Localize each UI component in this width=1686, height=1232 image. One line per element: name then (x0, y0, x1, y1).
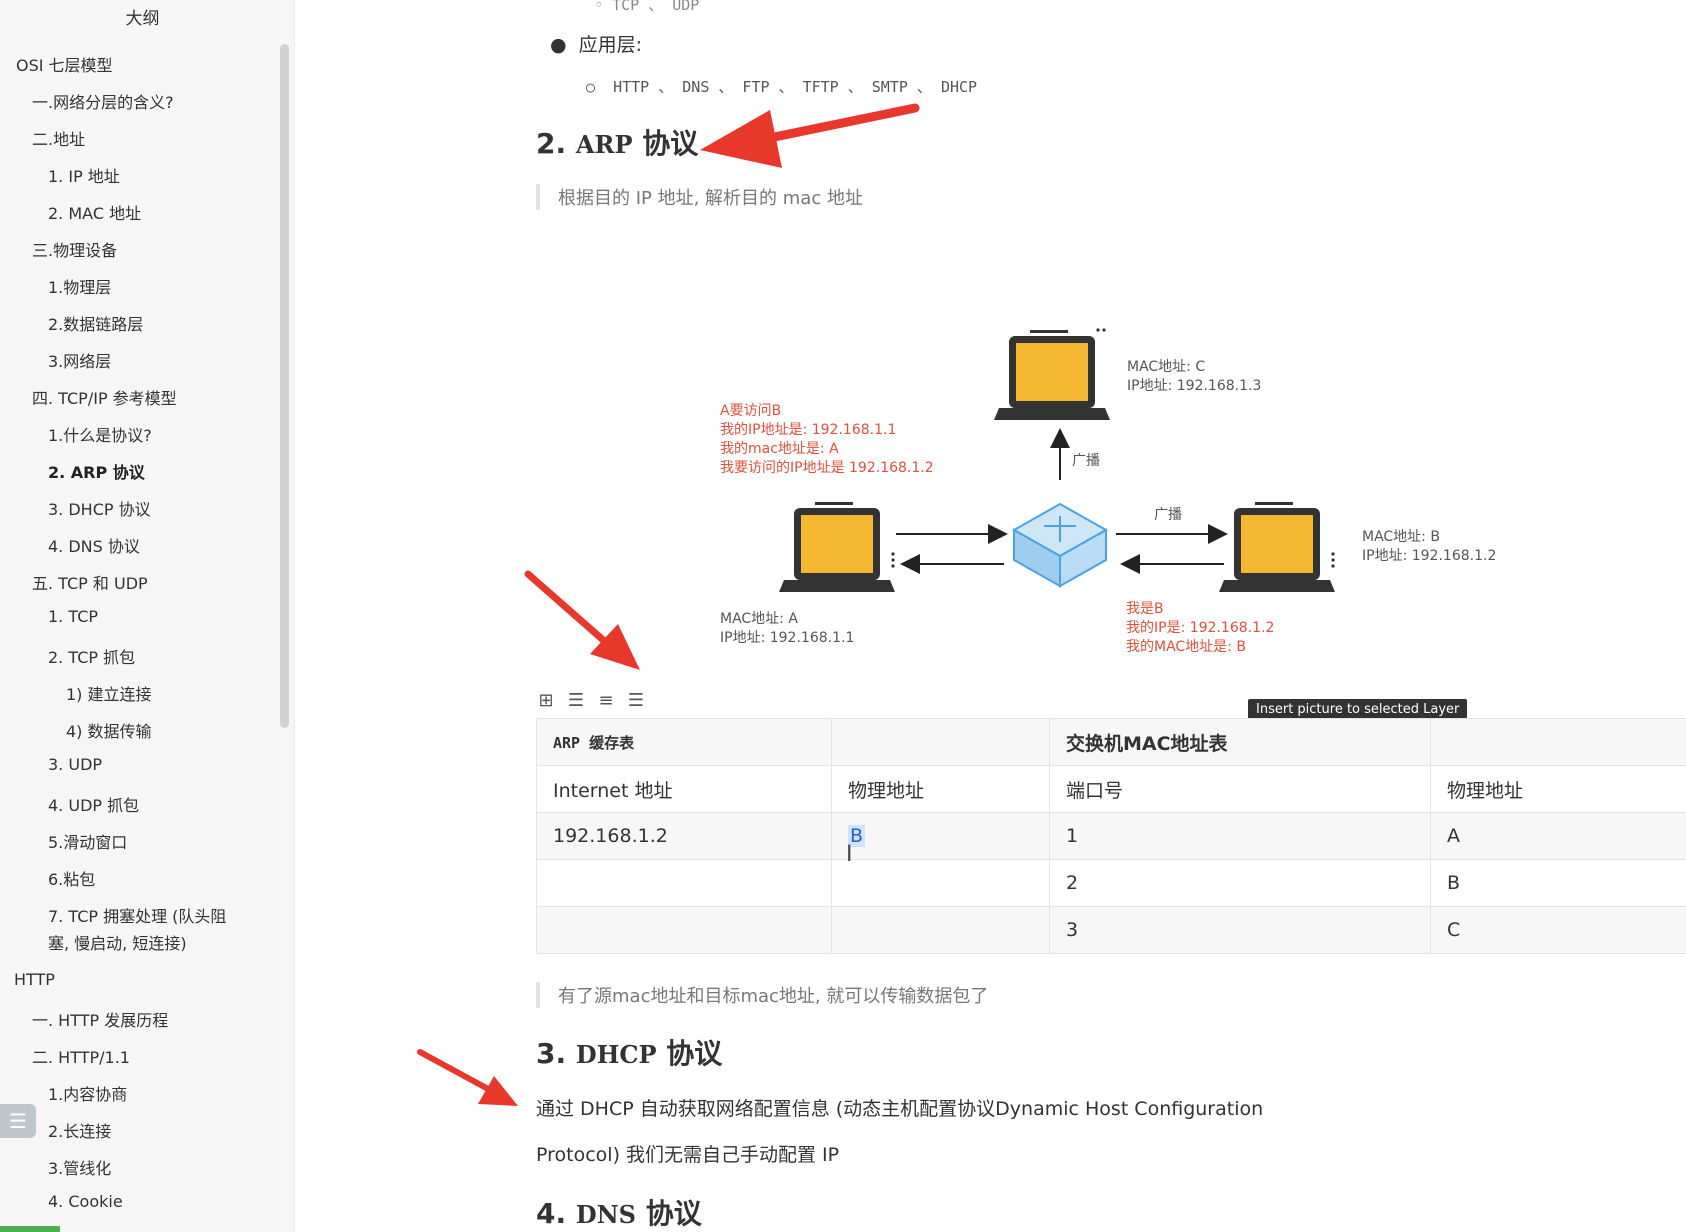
pc-c-label: MAC地址: C IP地址: 192.168.1.3 (1127, 359, 1262, 394)
outline-item[interactable]: 3. UDP (48, 755, 102, 774)
arp-mac-table: ARP 缓存表 交换机MAC地址表 Internet 地址 物理地址 端口号 物… (536, 718, 1686, 954)
heading-dhcp: 3. DHCP 协议 (536, 1037, 723, 1070)
outline-item[interactable]: 7. TCP 拥塞处理 (队头阻 (48, 903, 226, 927)
list-item-app-layer: ● 应用层: (550, 34, 643, 56)
table-cell[interactable]: 端口号 (1049, 765, 1431, 813)
outline-item[interactable]: 4. DNS 协议 (48, 533, 140, 557)
a-request-text: A要访问B 我的IP地址是: 192.168.1.1 我的mac地址是: A 我… (720, 403, 934, 476)
align-left-icon[interactable]: ☰ (566, 690, 586, 711)
table-subheader-row: Internet 地址 物理地址 端口号 物理地址 (536, 765, 1686, 813)
table-grid-icon[interactable]: ⊞ (536, 690, 556, 711)
outline-item[interactable]: 5.滑动窗口 (48, 829, 127, 853)
outline-item[interactable]: 1. IP 地址 (48, 163, 120, 187)
table-cell[interactable]: 192.168.1.2 (536, 812, 832, 860)
outline-item[interactable]: 2. TCP 抓包 (48, 644, 135, 668)
outline-item-wrap[interactable]: 塞, 慢启动, 短连接) (48, 930, 187, 954)
table-cell-selected[interactable]: B (831, 812, 1050, 860)
outline-item[interactable]: 4) 数据传输 (66, 718, 152, 742)
outline-item[interactable]: 1.内容协商 (48, 1081, 127, 1105)
switch-icon (1011, 502, 1109, 588)
bullet-hollow-icon: ◦ (594, 0, 613, 14)
table-header-cell[interactable]: 交换机MAC地址表 (1049, 718, 1431, 766)
outline-item[interactable]: 4. UDP 抓包 (48, 792, 139, 816)
table-header-cell[interactable]: ARP 缓存表 (536, 718, 832, 766)
table-toolbar: ⊞ ☰ ≡ ☰ (536, 690, 646, 711)
outline-item[interactable]: 一. HTTP 发展历程 (32, 1007, 168, 1031)
outline-item[interactable]: 3. DHCP 协议 (48, 496, 151, 520)
table-header-cell[interactable] (1430, 718, 1686, 766)
outline-item[interactable]: 6.粘包 (48, 866, 95, 890)
table-cell[interactable]: C (1430, 906, 1686, 954)
table-cell[interactable]: B (1430, 859, 1686, 907)
outline-item[interactable]: 3.网络层 (48, 348, 111, 372)
arp-network-diagram: A要访问B 我的IP地址是: 192.168.1.1 我的mac地址是: A 我… (714, 320, 1514, 680)
outline-item-active[interactable]: 2. ARP 协议 (48, 459, 145, 483)
table-row: 2 B (536, 859, 1686, 907)
table-cell[interactable]: Internet 地址 (536, 765, 832, 813)
table-header-cell[interactable] (831, 718, 1050, 766)
partial-list-item: ◦ TCP 、 UDP (594, 0, 699, 15)
outline-item[interactable]: 1) 建立连接 (66, 681, 152, 705)
outline-item[interactable]: 2. MAC 地址 (48, 200, 141, 224)
table-cell[interactable]: 3 (1049, 906, 1431, 954)
text-cursor-icon: I (846, 842, 853, 867)
heading-dns: 4. DNS 协议 (536, 1197, 702, 1230)
after-table-quote: 有了源mac地址和目标mac地址, 就可以传输数据包了 (536, 982, 988, 1008)
outline-item[interactable]: 1.什么是协议? (48, 422, 152, 446)
outline-item[interactable]: 三.物理设备 (32, 237, 117, 261)
bullet-icon: ● (550, 34, 579, 56)
outline-item[interactable]: 3.管线化 (48, 1155, 111, 1179)
insert-picture-tooltip: Insert picture to selected Layer (1248, 699, 1468, 720)
outline-item[interactable]: 2.长连接 (48, 1118, 111, 1142)
outline-item[interactable]: HTTP (14, 970, 55, 989)
table-cell[interactable] (536, 906, 832, 954)
progress-indicator (0, 1226, 60, 1232)
list-item-app-protocols: ○ HTTP 、 DNS 、 FTP 、 TFTP 、 SMTP 、 DHCP (586, 78, 978, 96)
table-cell[interactable] (831, 859, 1050, 907)
outline-item[interactable]: OSI 七层模型 (16, 52, 113, 76)
outline-sidebar: 大纲 OSI 七层模型 一.网络分层的含义? 二.地址 1. IP 地址 2. … (0, 0, 295, 1232)
outline-item[interactable]: 2.数据链路层 (48, 311, 143, 335)
outline-toggle-icon[interactable]: ☰ (0, 1104, 36, 1138)
table-cell[interactable]: 物理地址 (831, 765, 1050, 813)
broadcast-right-label: 广播 (1154, 507, 1182, 523)
table-header-row: ARP 缓存表 交换机MAC地址表 (536, 718, 1686, 766)
arp-quote: 根据目的 IP 地址, 解析目的 mac 地址 (536, 184, 863, 210)
broadcast-up-label: 广播 (1072, 453, 1100, 469)
table-cell[interactable] (536, 859, 832, 907)
align-center-icon[interactable]: ≡ (596, 690, 616, 711)
table-row: 192.168.1.2 B 1 A (536, 812, 1686, 860)
outline-item[interactable]: 1. TCP (48, 607, 98, 626)
outline-item[interactable]: 二. HTTP/1.1 (32, 1044, 130, 1068)
outline-item[interactable]: 二.地址 (32, 126, 85, 150)
sidebar-scrollbar[interactable] (280, 44, 289, 728)
outline-item[interactable]: 四. TCP/IP 参考模型 (32, 385, 177, 409)
table-cell[interactable]: 物理地址 (1430, 765, 1686, 813)
table-cell[interactable]: 1 (1049, 812, 1431, 860)
outline-title: 大纲 (125, 9, 160, 29)
laptop-c-icon (994, 330, 1110, 420)
align-right-icon[interactable]: ☰ (626, 690, 646, 711)
b-reply-text: 我是B 我的IP是: 192.168.1.2 我的MAC地址是: B (1126, 601, 1275, 655)
heading-arp: 2. ARP 协议 (536, 127, 699, 160)
outline-item[interactable]: 4. Cookie (48, 1192, 123, 1211)
table-cell[interactable]: 2 (1049, 859, 1431, 907)
table-cell[interactable]: A (1430, 812, 1686, 860)
dhcp-paragraph-line2: Protocol) 我们无需自己手动配置 IP (536, 1144, 840, 1166)
laptop-a-icon (779, 502, 895, 592)
outline-item[interactable]: 1.物理层 (48, 274, 111, 298)
bullet-hollow-icon: ○ (586, 78, 614, 96)
outline-item[interactable]: 一.网络分层的含义? (32, 89, 174, 113)
dhcp-paragraph-line1: 通过 DHCP 自动获取网络配置信息 (动态主机配置协议Dynamic Host… (536, 1098, 1264, 1120)
pc-a-label: MAC地址: A IP地址: 192.168.1.1 (720, 611, 855, 646)
document-content: ◦ TCP 、 UDP ● 应用层: ○ HTTP 、 DNS 、 FTP 、 … (294, 0, 1686, 1232)
outline-item[interactable]: 五. TCP 和 UDP (32, 570, 148, 594)
laptop-b-icon (1219, 502, 1335, 592)
table-cell[interactable] (831, 906, 1050, 954)
table-row: 3 C (536, 906, 1686, 954)
pc-b-label: MAC地址: B IP地址: 192.168.1.2 (1362, 529, 1497, 564)
